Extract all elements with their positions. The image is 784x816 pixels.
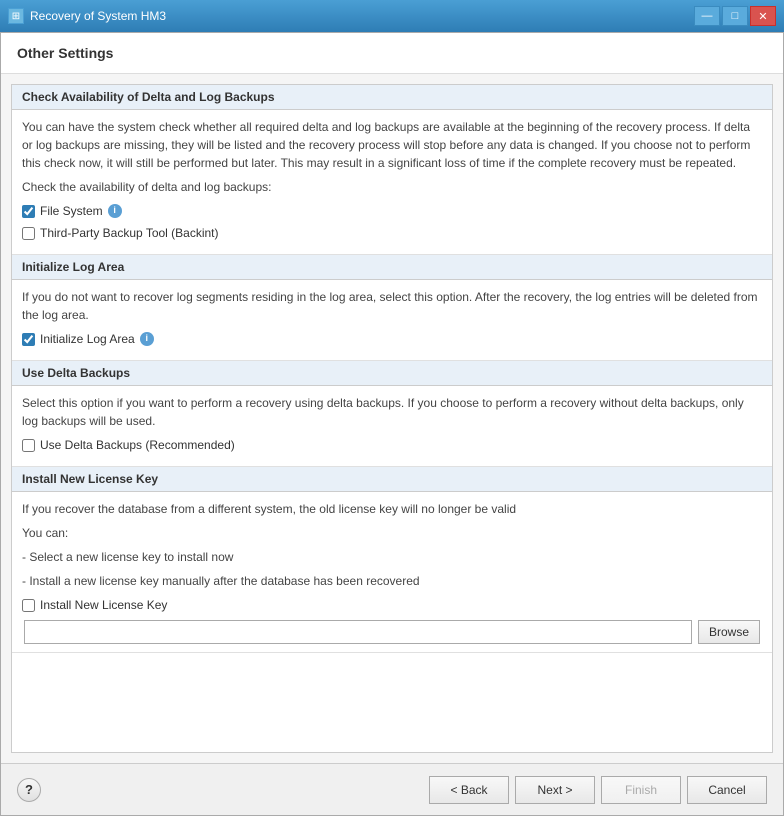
section-license: Install New License Key If you recover t… <box>12 467 772 653</box>
checkbox-use-delta-label[interactable]: Use Delta Backups (Recommended) <box>40 436 235 454</box>
checkbox-filesystem[interactable] <box>22 205 35 218</box>
page-header: Other Settings <box>1 33 783 74</box>
license-input-row: Browse <box>22 620 762 644</box>
footer: ? < Back Next > Finish Cancel <box>1 763 783 815</box>
license-desc-1: If you recover the database from a diffe… <box>22 500 762 518</box>
checkbox-row-init: Initialize Log Area i <box>22 330 762 348</box>
title-bar-left: ⊞ Recovery of System HM3 <box>8 8 166 24</box>
title-bar-controls: — □ ✕ <box>694 6 776 26</box>
info-icon-init[interactable]: i <box>140 332 154 346</box>
checkbox-use-delta[interactable] <box>22 439 35 452</box>
checkbox-init-log-label[interactable]: Initialize Log Area <box>40 330 135 348</box>
checkbox-install-license[interactable] <box>22 599 35 612</box>
license-desc-2: You can: <box>22 524 762 542</box>
app-icon: ⊞ <box>8 8 24 24</box>
section-delta-backup-body: Select this option if you want to perfor… <box>12 386 772 466</box>
content-area: Check Availability of Delta and Log Back… <box>1 74 783 763</box>
license-desc-3: - Select a new license key to install no… <box>22 548 762 566</box>
section-delta-backup-header: Use Delta Backups <box>12 361 772 386</box>
checkbox-backint-label[interactable]: Third-Party Backup Tool (Backint) <box>40 224 219 242</box>
minimize-button[interactable]: — <box>694 6 720 26</box>
section-init-log: Initialize Log Area If you do not want t… <box>12 255 772 361</box>
delta-log-sublabel: Check the availability of delta and log … <box>22 178 762 196</box>
next-button[interactable]: Next > <box>515 776 595 804</box>
section-init-log-body: If you do not want to recover log segmen… <box>12 280 772 360</box>
scroll-panel[interactable]: Check Availability of Delta and Log Back… <box>11 84 773 753</box>
license-desc-4: - Install a new license key manually aft… <box>22 572 762 590</box>
finish-button[interactable]: Finish <box>601 776 681 804</box>
section-delta-log-body: You can have the system check whether al… <box>12 110 772 254</box>
delta-log-description: You can have the system check whether al… <box>22 118 762 172</box>
checkbox-row-delta: Use Delta Backups (Recommended) <box>22 436 762 454</box>
browse-button[interactable]: Browse <box>698 620 760 644</box>
section-delta-log: Check Availability of Delta and Log Back… <box>12 85 772 255</box>
init-log-description: If you do not want to recover log segmen… <box>22 288 762 324</box>
title-bar: ⊞ Recovery of System HM3 — □ ✕ <box>0 0 784 32</box>
checkbox-init-log[interactable] <box>22 333 35 346</box>
main-window: Other Settings Check Availability of Del… <box>0 32 784 816</box>
checkbox-filesystem-label[interactable]: File System <box>40 202 103 220</box>
checkbox-row-fs: File System i <box>22 202 762 220</box>
footer-left: ? <box>17 778 41 802</box>
license-key-input[interactable] <box>24 620 692 644</box>
close-button[interactable]: ✕ <box>750 6 776 26</box>
footer-right: < Back Next > Finish Cancel <box>429 776 767 804</box>
section-delta-log-header: Check Availability of Delta and Log Back… <box>12 85 772 110</box>
section-license-header: Install New License Key <box>12 467 772 492</box>
help-button[interactable]: ? <box>17 778 41 802</box>
info-icon-fs[interactable]: i <box>108 204 122 218</box>
window-title: Recovery of System HM3 <box>30 9 166 23</box>
checkbox-backint[interactable] <box>22 227 35 240</box>
maximize-button[interactable]: □ <box>722 6 748 26</box>
back-button[interactable]: < Back <box>429 776 509 804</box>
checkbox-row-license: Install New License Key <box>22 596 762 614</box>
delta-backup-description: Select this option if you want to perfor… <box>22 394 762 430</box>
checkbox-install-license-label[interactable]: Install New License Key <box>40 596 167 614</box>
page-title: Other Settings <box>17 45 767 61</box>
section-delta-backup: Use Delta Backups Select this option if … <box>12 361 772 467</box>
section-license-body: If you recover the database from a diffe… <box>12 492 772 652</box>
section-init-log-header: Initialize Log Area <box>12 255 772 280</box>
checkbox-row-backint: Third-Party Backup Tool (Backint) <box>22 224 762 242</box>
cancel-button[interactable]: Cancel <box>687 776 767 804</box>
